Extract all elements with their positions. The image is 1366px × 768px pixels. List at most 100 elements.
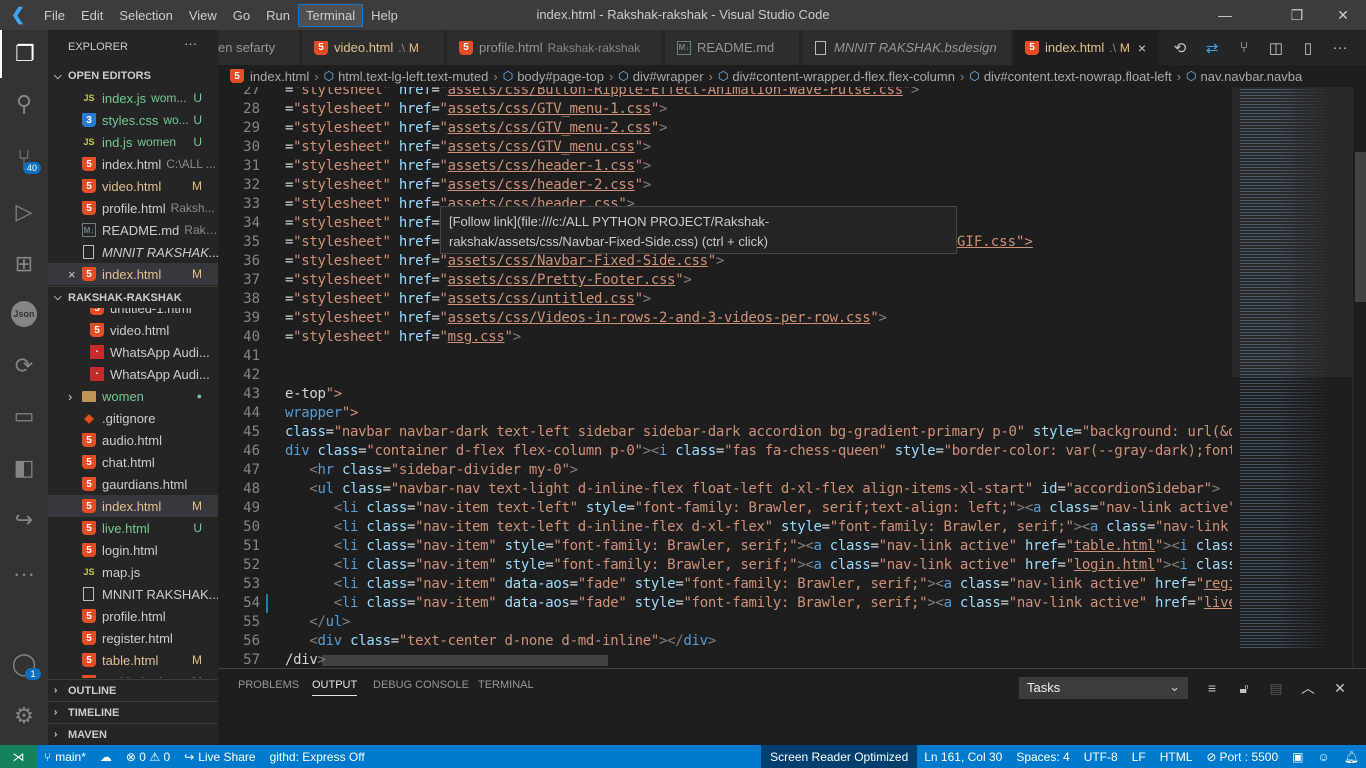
timeline-header[interactable]: › TIMELINE — [48, 701, 218, 723]
code-line[interactable]: 56 <div class="text-center d-none d-md-i… — [218, 632, 1232, 651]
breadcrumb-item[interactable]: ⬡ div#wrapper — [618, 69, 703, 84]
code-line[interactable]: 48 <ul class="navbar-nav text-light d-in… — [218, 480, 1232, 499]
file-item[interactable]: 5 profile.html — [48, 605, 218, 627]
file-item[interactable]: MNNIT RAKSHAK.... — [48, 583, 218, 605]
code-line[interactable]: 31 ="stylesheet" href="assets/css/header-… — [218, 157, 1232, 176]
open-editor-item[interactable]: 5 profile.html Raksh... — [48, 197, 218, 219]
maximize-panel-icon[interactable]: ︿ — [1294, 675, 1322, 701]
code-line[interactable]: 37 ="stylesheet" href="assets/css/Pretty-… — [218, 271, 1232, 290]
more-icon[interactable]: ··· — [0, 550, 48, 598]
code-line[interactable]: 42 — [218, 366, 1232, 385]
lock-scroll-icon[interactable]: 🔓︎ — [1230, 675, 1258, 701]
file-item[interactable]: ◆ .gitignore — [48, 407, 218, 429]
feedback-icon[interactable]: ☺ — [1311, 745, 1337, 768]
open-editor-item[interactable]: 5 index.html C:\ALL ... — [48, 153, 218, 175]
code-line[interactable]: 38 ="stylesheet" href="assets/css/untitle… — [218, 290, 1232, 309]
menu-selection[interactable]: Selection — [111, 4, 180, 27]
file-item[interactable]: 5 login.html — [48, 539, 218, 561]
file-item[interactable]: 5 untitled-1.ht... M — [48, 671, 218, 678]
menu-help[interactable]: Help — [363, 4, 406, 27]
file-item[interactable]: 5 audio.html — [48, 429, 218, 451]
folder-icon[interactable]: ▭ — [0, 392, 48, 440]
menu-edit[interactable]: Edit — [73, 4, 111, 27]
clear-output-icon[interactable]: ≡ — [1198, 675, 1226, 701]
code-line[interactable]: 46 div class="container d-flex flex-colum… — [218, 442, 1232, 461]
indentation[interactable]: Spaces: 4 — [1009, 745, 1076, 768]
tab-output[interactable]: OUTPUT — [312, 679, 358, 696]
file-item[interactable]: ▪ WhatsApp Audi... — [48, 341, 218, 363]
outline-header[interactable]: › OUTLINE — [48, 679, 218, 701]
scrollbar-thumb[interactable] — [1355, 152, 1366, 302]
maven-header[interactable]: › MAVEN — [48, 723, 218, 745]
encoding[interactable]: UTF-8 — [1077, 745, 1125, 768]
githd-button[interactable]: githd: Express Off — [263, 745, 372, 768]
minimap[interactable] — [1232, 87, 1352, 668]
code-line[interactable]: 43 e-top"> — [218, 385, 1232, 404]
terminal-icon[interactable]: ▣ — [1285, 745, 1310, 768]
open-editor-item[interactable]: JS ind.js women U — [48, 131, 218, 153]
code-line[interactable]: 51 <li class="nav-item" style="font-fami… — [218, 537, 1232, 556]
tab-terminal[interactable]: TERMINAL — [478, 679, 534, 695]
vertical-scrollbar[interactable] — [1352, 87, 1366, 668]
restore-button[interactable]: ❐ — [1274, 0, 1320, 30]
remote-button[interactable]: ⋊ — [0, 745, 37, 768]
file-item[interactable]: ▪ WhatsApp Audi... — [48, 363, 218, 385]
menu-go[interactable]: Go — [225, 4, 258, 27]
file-item[interactable]: 5 live.html U — [48, 517, 218, 539]
problems-button[interactable]: ⊗ 0 ⚠ 0 — [119, 745, 177, 768]
branch-button[interactable]: ⑂ main* — [37, 745, 93, 768]
settings-gear-icon[interactable]: ⚙ — [0, 692, 48, 740]
code-line[interactable]: 27 ="stylesheet" href="assets/css/Button-… — [218, 87, 1232, 100]
menu-file[interactable]: File — [36, 4, 73, 27]
code-line[interactable]: 53 <li class="nav-item" data-aos="fade" … — [218, 575, 1232, 594]
line-ending[interactable]: LF — [1125, 745, 1153, 768]
folder-item[interactable]: › women ● — [48, 385, 218, 407]
notifications-bell-icon[interactable]: 🔔︎ — [1337, 745, 1366, 768]
open-preview-icon[interactable]: ◫ — [1260, 30, 1292, 65]
code-line[interactable]: 55 </ul> — [218, 613, 1232, 632]
file-item[interactable]: 5 register.html — [48, 627, 218, 649]
breadcrumb-item[interactable]: ⬡ html.text-lg-left.text-muted — [324, 69, 489, 84]
diff-icon[interactable]: ⟳ — [0, 342, 48, 390]
tab-video-html[interactable]: 5 video.html .\ M — [302, 30, 445, 65]
live-server-button[interactable]: ⊘ Port : 5500 — [1199, 745, 1285, 768]
explorer-icon[interactable]: ❐ — [0, 30, 48, 78]
tab-index-html[interactable]: 5 index.html .\ M × — [1013, 30, 1160, 65]
open-editor-item[interactable]: × 5 index.html M — [48, 263, 218, 285]
code-line[interactable]: 29 ="stylesheet" href="assets/css/GTV_men… — [218, 119, 1232, 138]
code-line[interactable]: 49 <li class="nav-item text-left" style=… — [218, 499, 1232, 518]
file-item[interactable]: 5 video.html — [48, 319, 218, 341]
tooltip-line-1[interactable]: [Follow link](file:///c:/ALL PYTHON PROJ… — [449, 212, 948, 232]
open-editor-item[interactable]: 3 styles.css wo... U — [48, 109, 218, 131]
extensions-icon[interactable]: ⊞ — [0, 240, 48, 288]
json-icon[interactable]: Json — [0, 290, 48, 338]
tab-problems[interactable]: PROBLEMS — [238, 679, 299, 695]
live-sync-icon[interactable]: ⇄ — [1196, 30, 1228, 65]
code-line[interactable]: 52 <li class="nav-item" style="font-fami… — [218, 556, 1232, 575]
code-line[interactable]: 36 ="stylesheet" href="assets/css/Navbar-… — [218, 252, 1232, 271]
close-icon[interactable]: × — [1138, 40, 1146, 56]
screen-reader-button[interactable]: Screen Reader Optimized — [761, 745, 918, 768]
file-item[interactable]: 5 table.html M — [48, 649, 218, 671]
code-editor[interactable]: 27 ="stylesheet" href="assets/css/Button-… — [218, 87, 1232, 668]
menu-run[interactable]: Run — [258, 4, 298, 27]
sync-button[interactable]: ☁ — [93, 745, 119, 768]
code-line[interactable]: 47 <hr class="sidebar-divider my-0"> — [218, 461, 1232, 480]
source-control-icon[interactable]: ⑂ 40 — [0, 134, 48, 182]
tooltip-line-2[interactable]: rakshak/assets/css/Navbar-Fixed-Side.css… — [449, 232, 948, 252]
breadcrumb-item[interactable]: ⬡ body#page-top — [503, 69, 604, 84]
accounts-icon[interactable]: ◯ 1 — [0, 640, 48, 688]
file-item[interactable]: 5 untitled-1.html — [48, 308, 218, 319]
timeline-history-icon[interactable]: ⟲ — [1164, 30, 1196, 65]
code-line[interactable]: 44 wrapper"> — [218, 404, 1232, 423]
run-debug-icon[interactable]: ▷ — [0, 188, 48, 236]
output-channel-select[interactable]: Tasks ⌄ — [1019, 677, 1188, 699]
code-line[interactable]: 54 <li class="nav-item" data-aos="fade" … — [218, 594, 1232, 613]
search-icon[interactable]: ⚲ — [0, 80, 48, 128]
code-line[interactable]: 50 <li class="nav-item text-left d-inlin… — [218, 518, 1232, 537]
code-line[interactable]: 40 ="stylesheet" href="msg.css"> — [218, 328, 1232, 347]
breadcrumb-item[interactable]: ⬡ div#content-wrapper.d-flex.flex-column — [718, 69, 955, 84]
breadcrumb-item[interactable]: 5 index.html — [230, 69, 309, 84]
close-icon[interactable]: × — [68, 267, 76, 282]
folder-header[interactable]: ⌵ RAKSHAK-RAKSHAK — [48, 286, 218, 308]
